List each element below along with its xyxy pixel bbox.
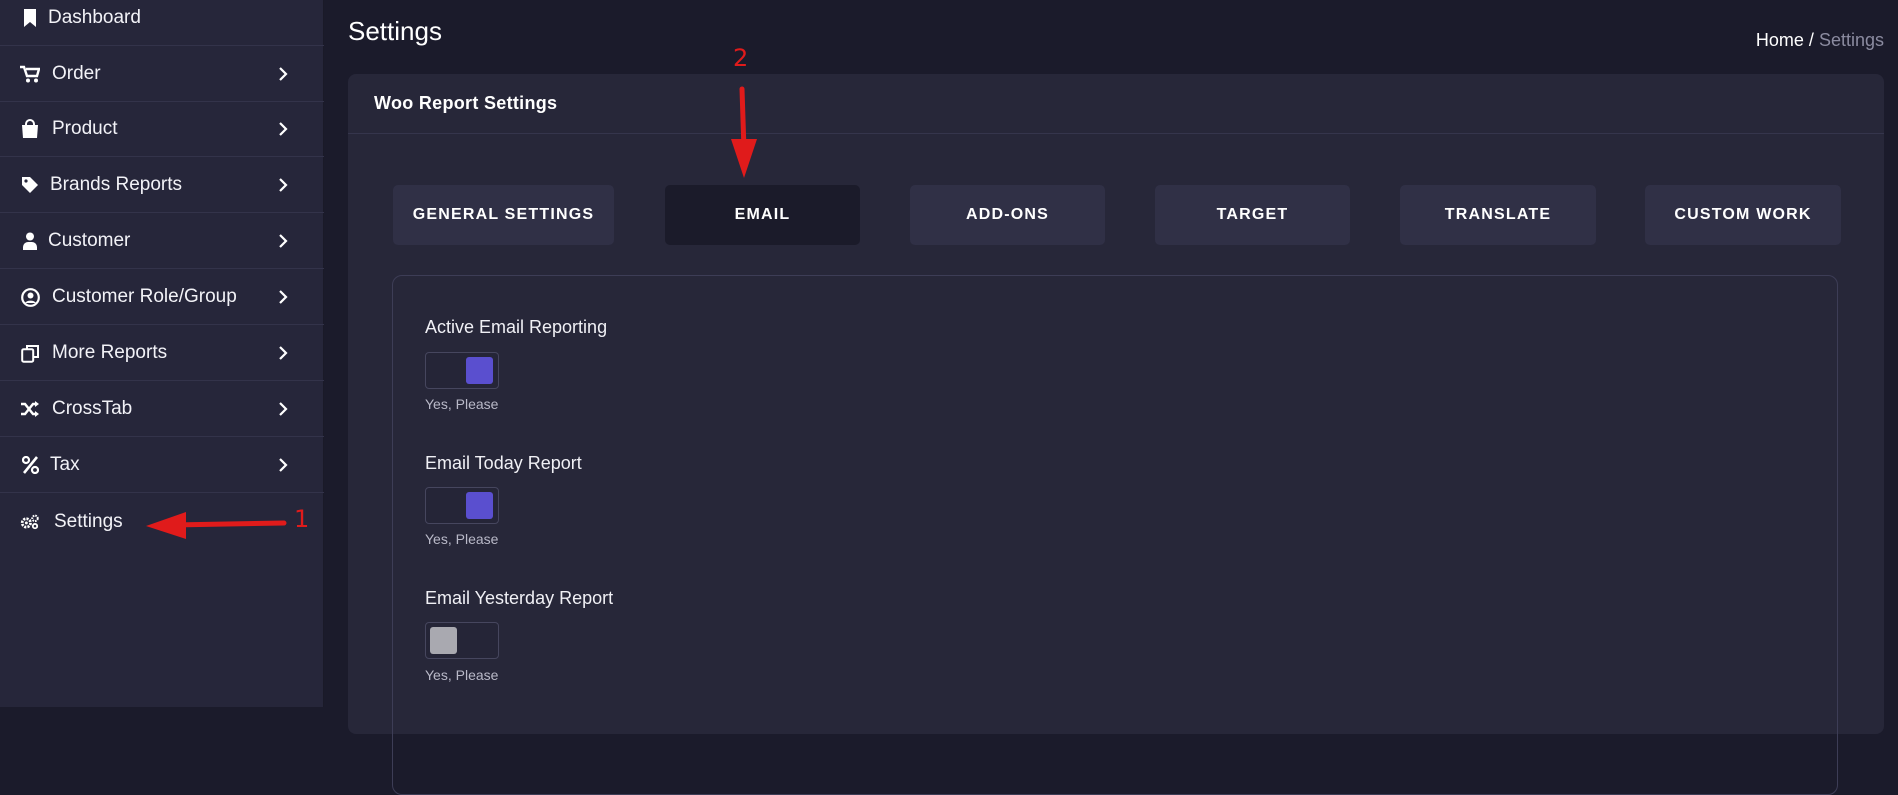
annotation-step-2: 2 (733, 44, 749, 72)
annotation-arrow-1 (169, 520, 287, 528)
annotation-arrows (146, 86, 757, 539)
annotation-step-1: 1 (294, 505, 310, 533)
annotation-arrowhead-2 (731, 139, 757, 178)
annotation-arrowhead-1 (146, 512, 186, 539)
